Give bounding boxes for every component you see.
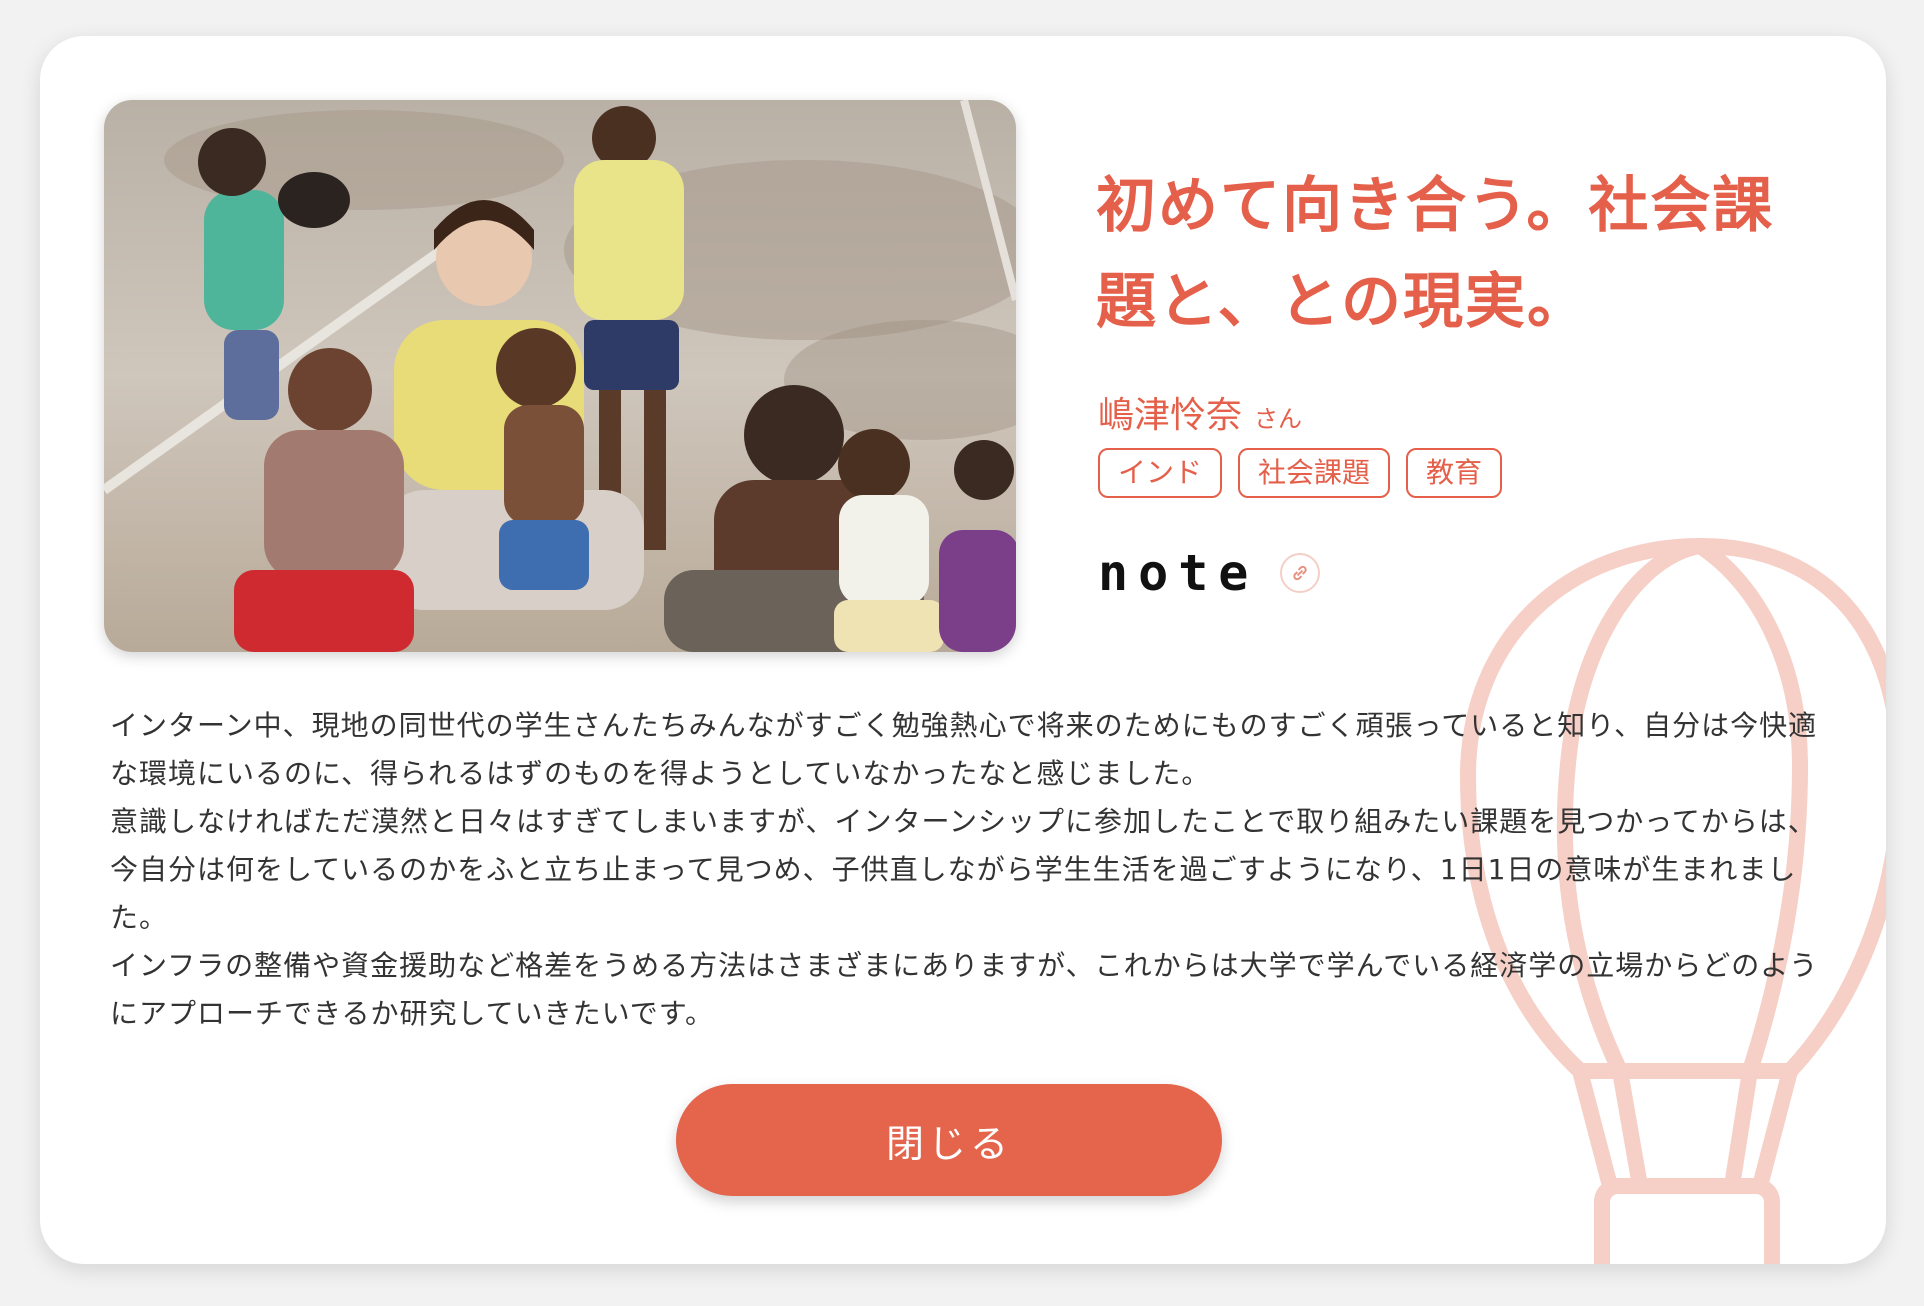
tag-social-issues[interactable]: 社会課題 bbox=[1238, 448, 1391, 498]
link-icon[interactable] bbox=[1280, 553, 1321, 593]
tag-education[interactable]: 教育 bbox=[1406, 448, 1503, 498]
close-button[interactable]: 閉じる bbox=[676, 1084, 1222, 1196]
article-body: インターン中、現地の同世代の学生さんたちみんながすごく勉強熱心で将来のためにもの… bbox=[110, 702, 1830, 1038]
note-link[interactable]: note bbox=[1098, 544, 1321, 602]
article-modal: 初めて向き合う。社会課題と、との現実。 嶋津怜奈 さん インド 社会課題 教育 n… bbox=[40, 36, 1886, 1264]
author-honorific: さん bbox=[1254, 405, 1303, 433]
article-title: 初めて向き合う。社会課題と、との現実。 bbox=[1096, 171, 1775, 337]
tag-india[interactable]: インド bbox=[1098, 448, 1223, 498]
body-paragraph: 意識しなければただ漠然と日々はすぎてしまいますが、インターンシップに参加したこと… bbox=[110, 805, 1817, 934]
tag-list: インド 社会課題 教育 bbox=[1098, 448, 1503, 498]
body-paragraph: インフラの整備や資金援助など格差をうめる方法はさまざまにありますが、これからは大… bbox=[110, 949, 1819, 1030]
author: 嶋津怜奈 さん bbox=[1098, 386, 1302, 438]
body-paragraph: インターン中、現地の同世代の学生さんたちみんながすごく勉強熱心で将来のためにもの… bbox=[110, 709, 1818, 790]
author-name: 嶋津怜奈 bbox=[1098, 395, 1243, 436]
article-photo bbox=[104, 100, 1016, 652]
note-logo: note bbox=[1098, 544, 1259, 602]
photo-illustration bbox=[104, 100, 1016, 652]
